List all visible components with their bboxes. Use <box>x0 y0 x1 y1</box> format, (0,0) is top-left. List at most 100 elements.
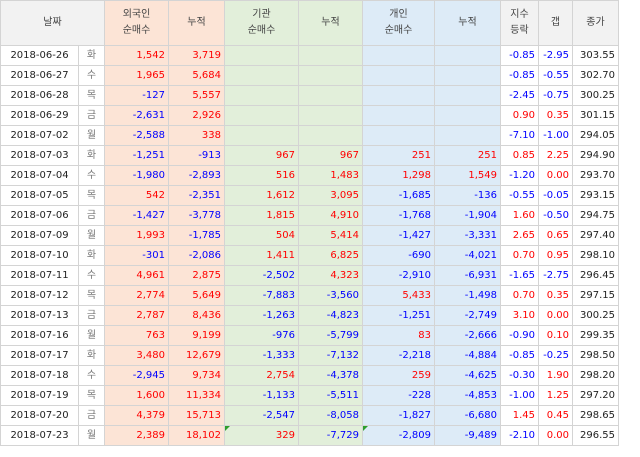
header-indiv-cum[interactable]: 누적 <box>434 0 501 46</box>
cell-gap[interactable]: 0.10 <box>538 325 573 346</box>
cell-foreign-net[interactable]: -301 <box>104 245 169 266</box>
cell-indiv-net[interactable]: -1,827 <box>362 405 435 426</box>
cell-foreign-net[interactable]: 2,774 <box>104 285 169 306</box>
cell-gap[interactable]: -0.55 <box>538 65 573 86</box>
cell-weekday[interactable]: 수 <box>78 165 105 186</box>
cell-weekday[interactable]: 금 <box>78 305 105 326</box>
cell-foreign-net[interactable]: 1,600 <box>104 385 169 406</box>
cell-inst-cum[interactable]: -7,132 <box>298 345 363 366</box>
header-index-change[interactable]: 지수 등락 <box>500 0 539 46</box>
header-close[interactable]: 종가 <box>572 0 619 46</box>
cell-gap[interactable]: 1.25 <box>538 385 573 406</box>
cell-date[interactable]: 2018-07-09 <box>0 225 79 246</box>
cell-foreign-net[interactable]: 1,993 <box>104 225 169 246</box>
cell-weekday[interactable]: 목 <box>78 85 105 106</box>
cell-foreign-net[interactable]: 1,542 <box>104 45 169 66</box>
cell-foreign-net[interactable]: 3,480 <box>104 345 169 366</box>
cell-indiv-net[interactable]: -228 <box>362 385 435 406</box>
cell-foreign-cum[interactable]: -2,086 <box>168 245 225 266</box>
cell-indiv-cum[interactable]: -1,498 <box>434 285 501 306</box>
cell-index-change[interactable]: -7.10 <box>500 125 539 146</box>
cell-indiv-net[interactable]: -1,685 <box>362 185 435 206</box>
cell-inst-cum[interactable]: -3,560 <box>298 285 363 306</box>
cell-foreign-cum[interactable]: 11,334 <box>168 385 225 406</box>
cell-close[interactable]: 301.15 <box>572 105 619 126</box>
cell-indiv-net[interactable]: -2,218 <box>362 345 435 366</box>
cell-foreign-cum[interactable]: -3,778 <box>168 205 225 226</box>
cell-indiv-cum[interactable]: -3,331 <box>434 225 501 246</box>
cell-date[interactable]: 2018-06-29 <box>0 105 79 126</box>
cell-foreign-cum[interactable]: 15,713 <box>168 405 225 426</box>
cell-close[interactable]: 298.10 <box>572 245 619 266</box>
cell-gap[interactable]: -2.75 <box>538 265 573 286</box>
cell-index-change[interactable]: 0.85 <box>500 145 539 166</box>
cell-inst-net[interactable]: 2,754 <box>224 365 299 386</box>
cell-weekday[interactable]: 목 <box>78 385 105 406</box>
cell-date[interactable]: 2018-07-12 <box>0 285 79 306</box>
cell-foreign-cum[interactable]: 9,199 <box>168 325 225 346</box>
cell-inst-cum[interactable]: -5,511 <box>298 385 363 406</box>
cell-close[interactable]: 294.75 <box>572 205 619 226</box>
cell-indiv-net[interactable] <box>362 125 435 146</box>
cell-indiv-net[interactable]: 83 <box>362 325 435 346</box>
cell-gap[interactable]: 0.00 <box>538 305 573 326</box>
cell-inst-net[interactable] <box>224 65 299 86</box>
cell-date[interactable]: 2018-07-19 <box>0 385 79 406</box>
cell-foreign-cum[interactable]: 5,649 <box>168 285 225 306</box>
cell-indiv-cum[interactable]: -6,680 <box>434 405 501 426</box>
cell-weekday[interactable]: 화 <box>78 45 105 66</box>
cell-index-change[interactable]: -0.30 <box>500 365 539 386</box>
cell-indiv-net[interactable]: -2,910 <box>362 265 435 286</box>
cell-close[interactable]: 303.55 <box>572 45 619 66</box>
cell-index-change[interactable]: -0.85 <box>500 345 539 366</box>
header-inst-net[interactable]: 기관 순매수 <box>224 0 299 46</box>
cell-weekday[interactable]: 화 <box>78 145 105 166</box>
cell-inst-cum[interactable] <box>298 65 363 86</box>
cell-foreign-cum[interactable]: 18,102 <box>168 425 225 446</box>
cell-inst-cum[interactable]: 1,483 <box>298 165 363 186</box>
header-gap[interactable]: 갭 <box>538 0 573 46</box>
cell-close[interactable]: 294.90 <box>572 145 619 166</box>
cell-weekday[interactable]: 수 <box>78 265 105 286</box>
header-foreign-cum[interactable]: 누적 <box>168 0 225 46</box>
cell-inst-cum[interactable]: 5,414 <box>298 225 363 246</box>
cell-inst-cum[interactable] <box>298 125 363 146</box>
cell-index-change[interactable]: -0.85 <box>500 65 539 86</box>
cell-index-change[interactable]: -1.65 <box>500 265 539 286</box>
cell-indiv-cum[interactable]: -136 <box>434 185 501 206</box>
cell-date[interactable]: 2018-07-03 <box>0 145 79 166</box>
cell-close[interactable]: 294.05 <box>572 125 619 146</box>
cell-gap[interactable]: 0.35 <box>538 105 573 126</box>
cell-indiv-cum[interactable]: -4,853 <box>434 385 501 406</box>
cell-indiv-net[interactable] <box>362 85 435 106</box>
cell-date[interactable]: 2018-07-16 <box>0 325 79 346</box>
cell-gap[interactable]: -0.50 <box>538 205 573 226</box>
cell-weekday[interactable]: 목 <box>78 185 105 206</box>
cell-inst-net[interactable]: 516 <box>224 165 299 186</box>
cell-index-change[interactable]: -0.85 <box>500 45 539 66</box>
cell-close[interactable]: 299.35 <box>572 325 619 346</box>
cell-indiv-cum[interactable]: -2,749 <box>434 305 501 326</box>
cell-inst-net[interactable]: -1,333 <box>224 345 299 366</box>
cell-index-change[interactable]: -2.10 <box>500 425 539 446</box>
cell-inst-net[interactable]: 1,612 <box>224 185 299 206</box>
cell-index-change[interactable]: -1.00 <box>500 385 539 406</box>
cell-indiv-cum[interactable]: -6,931 <box>434 265 501 286</box>
cell-foreign-cum[interactable]: 5,557 <box>168 85 225 106</box>
cell-date[interactable]: 2018-07-02 <box>0 125 79 146</box>
cell-inst-cum[interactable] <box>298 105 363 126</box>
cell-inst-cum[interactable]: 967 <box>298 145 363 166</box>
cell-weekday[interactable]: 화 <box>78 245 105 266</box>
cell-date[interactable]: 2018-07-17 <box>0 345 79 366</box>
cell-inst-net[interactable]: 1,411 <box>224 245 299 266</box>
cell-foreign-net[interactable]: -2,945 <box>104 365 169 386</box>
cell-gap[interactable]: -0.75 <box>538 85 573 106</box>
cell-weekday[interactable]: 금 <box>78 105 105 126</box>
cell-indiv-net[interactable]: -1,768 <box>362 205 435 226</box>
cell-foreign-cum[interactable]: 2,926 <box>168 105 225 126</box>
cell-gap[interactable]: 2.25 <box>538 145 573 166</box>
cell-gap[interactable]: -0.25 <box>538 345 573 366</box>
cell-close[interactable]: 302.70 <box>572 65 619 86</box>
cell-inst-cum[interactable]: -7,729 <box>298 425 363 446</box>
cell-weekday[interactable]: 화 <box>78 345 105 366</box>
